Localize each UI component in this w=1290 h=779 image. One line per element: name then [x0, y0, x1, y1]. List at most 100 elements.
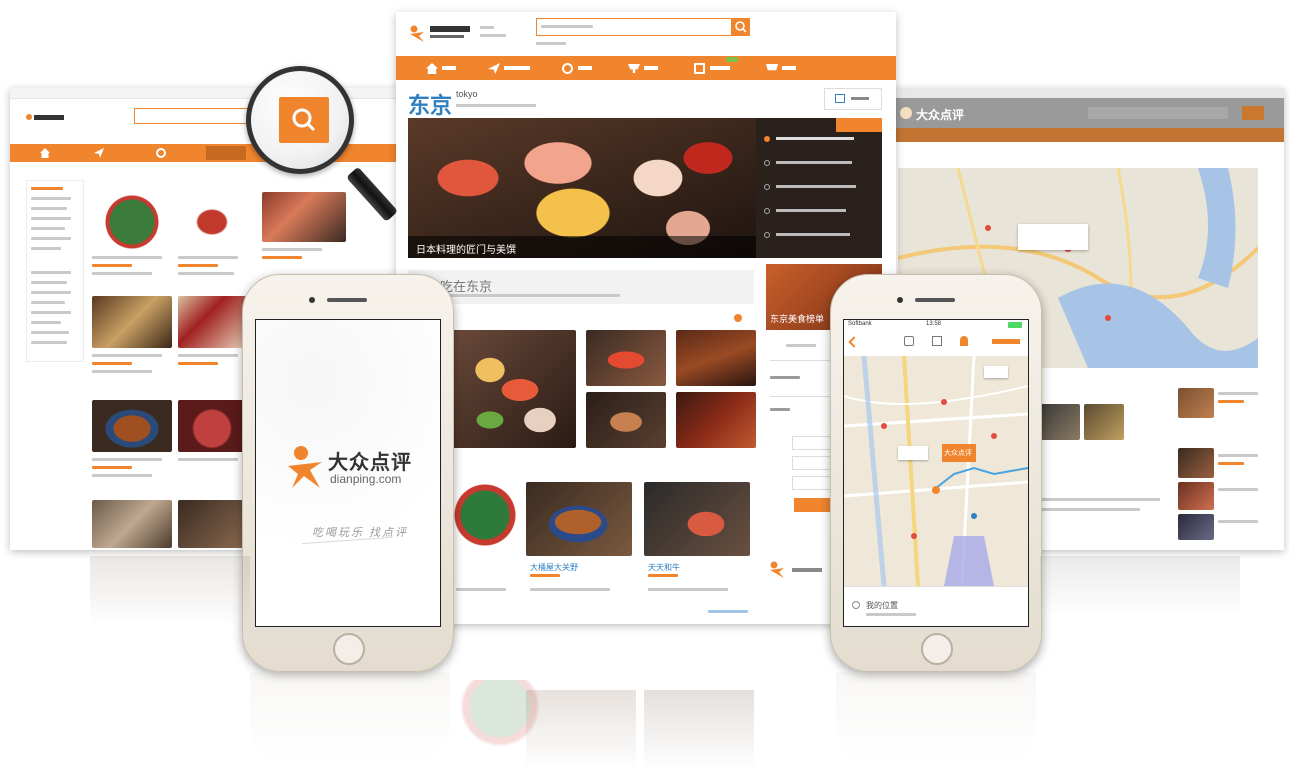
dianping-logo-icon	[900, 107, 912, 119]
walk-icon[interactable]	[960, 336, 968, 346]
dianping-logo-icon	[26, 114, 64, 120]
hero-caption: 日本料理的匠门与美馔	[416, 245, 516, 256]
center-logo	[408, 24, 478, 46]
center-search-input[interactable]	[536, 18, 732, 36]
right-search-button[interactable]	[1242, 106, 1264, 120]
center-website-window: 东京 tokyo 日本料理的匠门与美馔 吃在东京 东京美食榜单 大桶屋大关野 天…	[396, 12, 896, 624]
location-text: 我的位置	[866, 601, 898, 610]
search-icon	[292, 108, 316, 132]
back-icon[interactable]	[848, 336, 860, 348]
restaurant-thumb[interactable]	[178, 500, 246, 548]
right-phone-screen[interactable]: Softbank 13:58 大众点评 我的位置	[843, 319, 1029, 627]
cart-icon[interactable]	[766, 64, 778, 71]
reflection	[90, 556, 250, 626]
restaurant-thumb[interactable]	[1178, 448, 1214, 478]
hero-caption-bar: 日本料理的匠门与美馔	[408, 236, 756, 258]
center-search-button[interactable]	[732, 18, 750, 36]
restaurant-thumb[interactable]	[92, 500, 172, 548]
restaurant-thumb[interactable]	[178, 194, 246, 250]
restaurant-thumb[interactable]	[1178, 388, 1214, 418]
food-photo[interactable]	[586, 392, 666, 448]
clock-text: 13:58	[926, 321, 942, 327]
center-city-select[interactable]	[480, 26, 510, 40]
splash-brand-domain: dianping.com	[330, 472, 402, 486]
food-photo[interactable]	[676, 392, 756, 448]
map-popup	[1018, 224, 1088, 250]
restaurant-thumb[interactable]	[92, 194, 172, 250]
hotel-icon[interactable]	[694, 63, 705, 74]
restaurant-thumb[interactable]	[178, 400, 246, 452]
left-sidebar	[26, 180, 84, 362]
city-title: 东京	[408, 93, 453, 118]
reflection	[526, 690, 636, 770]
dish-title[interactable]: 大桶屋大关野	[530, 562, 578, 573]
magnifier-handle	[346, 166, 399, 222]
location-icon	[852, 601, 860, 609]
speaker-grille	[915, 298, 955, 302]
magnifier	[246, 66, 399, 226]
city-subtitle: tokyo	[456, 89, 478, 99]
splash-logo: 大众点评 dianping.com	[286, 440, 426, 500]
splash-slogan: 吃喝玩乐 找点评	[312, 527, 409, 539]
restaurant-thumb[interactable]	[178, 296, 246, 348]
right-nav-bar	[888, 128, 1284, 142]
map-destination-pin[interactable]: 大众点评	[942, 444, 976, 462]
magnifier-lens	[246, 66, 354, 174]
dianping-logo-icon	[410, 25, 424, 42]
home-icon[interactable]	[426, 63, 438, 74]
phone-map[interactable]	[844, 356, 1028, 586]
bus-icon[interactable]	[904, 336, 914, 346]
right-top-bar	[888, 88, 1284, 98]
restaurant-thumb[interactable]	[1040, 404, 1080, 440]
dish-title[interactable]: 天天和牛	[648, 562, 680, 573]
food-photo[interactable]	[644, 482, 750, 556]
restaurant-logo-thumb[interactable]	[450, 480, 520, 550]
status-bar: Softbank 13:58	[844, 320, 1028, 330]
plane-icon[interactable]	[94, 148, 104, 158]
left-phone: 大众点评 dianping.com 吃喝玩乐 找点评	[242, 274, 454, 672]
home-button[interactable]	[921, 633, 953, 665]
restaurant-thumb[interactable]	[1178, 482, 1214, 510]
fork-icon[interactable]	[206, 146, 246, 160]
right-phone: Softbank 13:58 大众点评 我的位置	[830, 274, 1042, 672]
dianping-logo-icon	[288, 446, 322, 488]
food-photo[interactable]	[676, 330, 756, 386]
section-header: 吃在东京	[408, 270, 754, 304]
fork-icon[interactable]	[628, 64, 640, 73]
restaurant-thumb[interactable]	[1178, 514, 1214, 540]
food-photo[interactable]	[450, 330, 576, 448]
carrier-text: Softbank	[848, 321, 872, 327]
food-photo[interactable]	[586, 330, 666, 386]
front-camera	[309, 297, 315, 303]
map-pin	[985, 225, 991, 231]
plane-icon[interactable]	[488, 63, 500, 74]
gear-icon[interactable]	[562, 63, 573, 74]
search-icon	[735, 21, 747, 33]
home-icon[interactable]	[40, 148, 50, 158]
map-callout-white	[984, 366, 1008, 378]
reflection	[250, 672, 450, 762]
promo-dot	[734, 314, 742, 322]
right-header: 大众点评	[888, 98, 1284, 128]
train-icon[interactable]	[932, 336, 942, 346]
right-brand-name: 大众点评	[916, 108, 965, 122]
center-nav-bar	[396, 56, 896, 80]
location-footer[interactable]: 我的位置	[844, 586, 1028, 626]
gear-icon[interactable]	[156, 148, 166, 158]
hero-list	[756, 118, 882, 258]
restaurant-thumb[interactable]	[92, 400, 172, 452]
left-logo	[24, 112, 66, 126]
home-button[interactable]	[333, 633, 365, 665]
promo-badge: 东京美食榜单	[770, 314, 825, 324]
share-button[interactable]	[824, 88, 882, 110]
restaurant-thumb[interactable]	[92, 296, 172, 348]
restaurant-thumb[interactable]	[1084, 404, 1124, 440]
splash-brand-cn: 大众点评	[328, 452, 412, 474]
left-phone-screen[interactable]: 大众点评 dianping.com 吃喝玩乐 找点评	[255, 319, 441, 627]
hero-banner[interactable]: 日本料理的匠门与美馔	[408, 118, 882, 258]
map-callout-white	[898, 446, 928, 460]
battery-icon	[1008, 322, 1022, 328]
right-search-input[interactable]	[1088, 107, 1228, 119]
food-photo[interactable]	[526, 482, 632, 556]
magnified-search-button[interactable]	[279, 97, 329, 143]
